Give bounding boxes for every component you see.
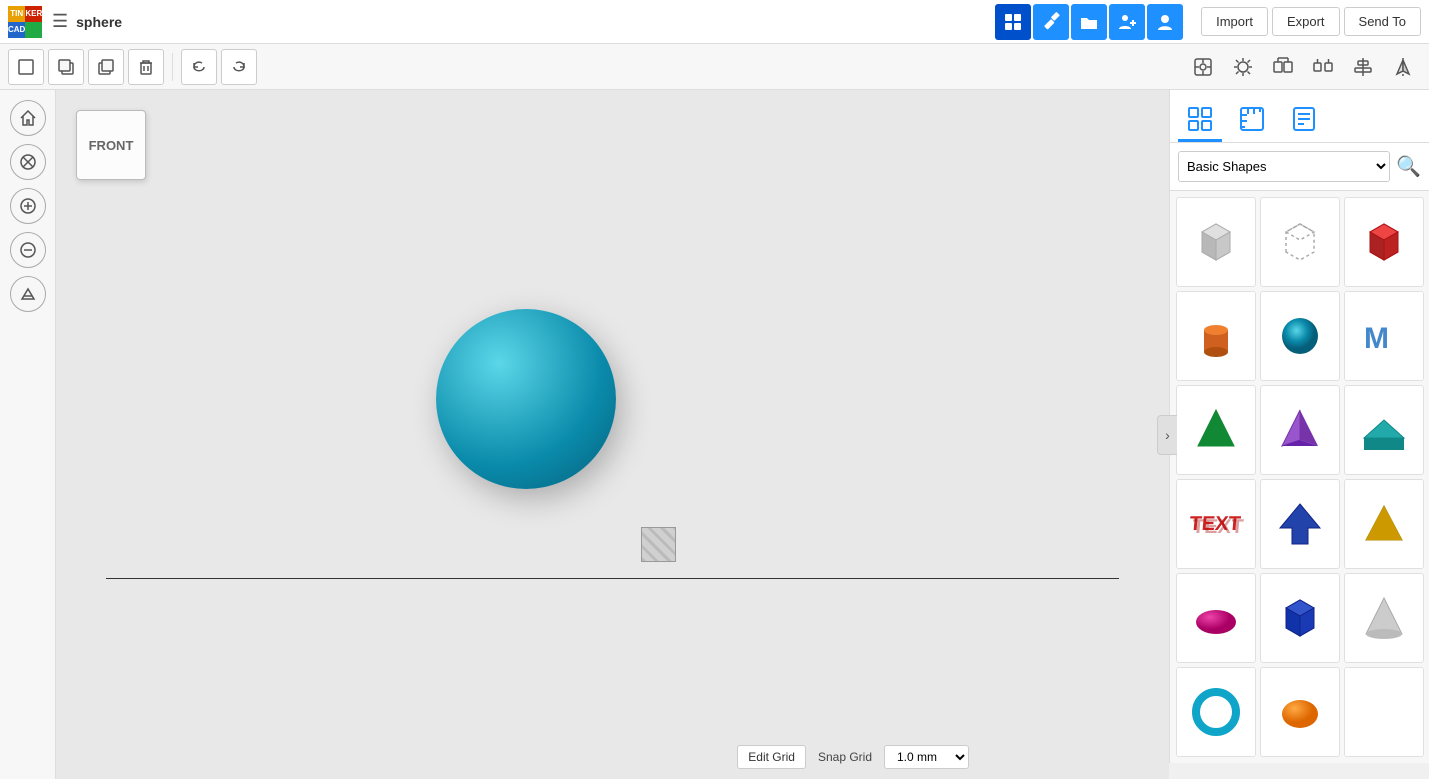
tinkercad-logo[interactable]: TIN KER CAD <box>8 6 40 38</box>
shape-text-3d[interactable]: TEXT TEXT <box>1176 479 1256 569</box>
avatar-btn[interactable] <box>1147 4 1183 40</box>
right-panel-tabs <box>1170 90 1429 143</box>
shape-pyramid-purple[interactable] <box>1260 385 1340 475</box>
shape-box-gray[interactable] <box>1176 197 1256 287</box>
document-title: sphere <box>76 14 122 30</box>
tab-notes[interactable] <box>1282 98 1326 142</box>
shapes-row-4: TEXT TEXT <box>1174 477 1425 571</box>
main-area: FRONT Edit Grid Snap Grid 1.0 mm 0.5 mm … <box>0 90 1429 779</box>
view-cube-label: FRONT <box>89 138 134 153</box>
mirror-btn[interactable] <box>1385 49 1421 85</box>
shapes-header: Basic Shapes Text & Numbers Math Communi… <box>1170 143 1429 191</box>
perspective-btn[interactable] <box>10 276 46 312</box>
shape-box-blue[interactable] <box>1260 573 1340 663</box>
shapes-row-5 <box>1174 571 1425 665</box>
undo-btn[interactable] <box>181 49 217 85</box>
snap-grid-label: Snap Grid <box>818 750 872 764</box>
camera-target-btn[interactable] <box>1185 49 1221 85</box>
group-btn[interactable] <box>1265 49 1301 85</box>
shape-roof-teal[interactable] <box>1344 385 1424 475</box>
shape-placeholder[interactable] <box>1344 667 1424 757</box>
snap-grid-select[interactable]: 1.0 mm 0.5 mm 0.25 mm 2.0 mm <box>884 745 969 769</box>
shape-torus[interactable] <box>1176 667 1256 757</box>
shape-letter-m[interactable]: M <box>1344 291 1424 381</box>
light-btn[interactable] <box>1225 49 1261 85</box>
collapse-panel-btn[interactable]: › <box>1157 415 1177 455</box>
separator-1 <box>172 53 173 81</box>
edit-grid-btn[interactable]: Edit Grid <box>737 745 806 769</box>
redo-btn[interactable] <box>221 49 257 85</box>
tab-ruler[interactable] <box>1230 98 1274 142</box>
action-buttons: Import Export Send To <box>1201 7 1421 36</box>
home-view-btn[interactable] <box>10 100 46 136</box>
shapes-category-select[interactable]: Basic Shapes Text & Numbers Math Communi… <box>1178 151 1390 182</box>
sphere-object[interactable] <box>436 309 616 489</box>
right-panel: Basic Shapes Text & Numbers Math Communi… <box>1169 90 1429 763</box>
right-panel-wrapper: › <box>1169 90 1429 779</box>
shape-pyramid-green[interactable] <box>1176 385 1256 475</box>
toolbar <box>0 44 1429 90</box>
zoom-in-btn[interactable] <box>10 188 46 224</box>
shape-pyramid-yellow[interactable] <box>1344 479 1424 569</box>
topbar: TIN KER CAD ☰ sphere <box>0 0 1429 44</box>
ground-plane <box>106 578 1119 579</box>
import-btn[interactable]: Import <box>1201 7 1268 36</box>
shapes-search-btn[interactable]: 🔍 <box>1396 154 1421 179</box>
fit-view-btn[interactable] <box>10 144 46 180</box>
export-btn[interactable]: Export <box>1272 7 1340 36</box>
shapes-row-2: M <box>1174 289 1425 383</box>
shapes-row-3 <box>1174 383 1425 477</box>
shape-sphere[interactable] <box>1260 291 1340 381</box>
shapes-grid: M <box>1170 191 1429 763</box>
shape-cylinder[interactable] <box>1176 291 1256 381</box>
view-cube[interactable]: FRONT <box>76 110 146 180</box>
send-to-btn[interactable]: Send To <box>1344 7 1421 36</box>
doc-menu-icon[interactable]: ☰ <box>52 11 68 32</box>
shape-box-hole[interactable] <box>1260 197 1340 287</box>
shape-box-red[interactable] <box>1344 197 1424 287</box>
shape-ellipsoid[interactable] <box>1176 573 1256 663</box>
tab-shapes-grid[interactable] <box>1178 98 1222 142</box>
small-box-object[interactable] <box>641 527 676 562</box>
ungroup-btn[interactable] <box>1305 49 1341 85</box>
shape-cone[interactable] <box>1344 573 1424 663</box>
folder-btn[interactable] <box>1071 4 1107 40</box>
add-person-btn[interactable] <box>1109 4 1145 40</box>
nav-icon-group <box>995 4 1183 40</box>
hammer-btn[interactable] <box>1033 4 1069 40</box>
grid-view-btn[interactable] <box>995 4 1031 40</box>
svg-text:M: M <box>1364 322 1389 355</box>
shapes-row-6 <box>1174 665 1425 759</box>
new-btn[interactable] <box>8 49 44 85</box>
left-nav <box>0 90 56 779</box>
align-btn[interactable] <box>1345 49 1381 85</box>
shape-orange[interactable] <box>1260 667 1340 757</box>
delete-btn[interactable] <box>128 49 164 85</box>
viewport[interactable]: FRONT Edit Grid Snap Grid 1.0 mm 0.5 mm … <box>56 90 1169 779</box>
shapes-row-1 <box>1174 195 1425 289</box>
status-bar: Edit Grid Snap Grid 1.0 mm 0.5 mm 0.25 m… <box>737 745 969 769</box>
copy-btn[interactable] <box>48 49 84 85</box>
shape-arrow[interactable] <box>1260 479 1340 569</box>
zoom-out-btn[interactable] <box>10 232 46 268</box>
duplicate-btn[interactable] <box>88 49 124 85</box>
svg-text:TEXT: TEXT <box>1191 516 1244 538</box>
